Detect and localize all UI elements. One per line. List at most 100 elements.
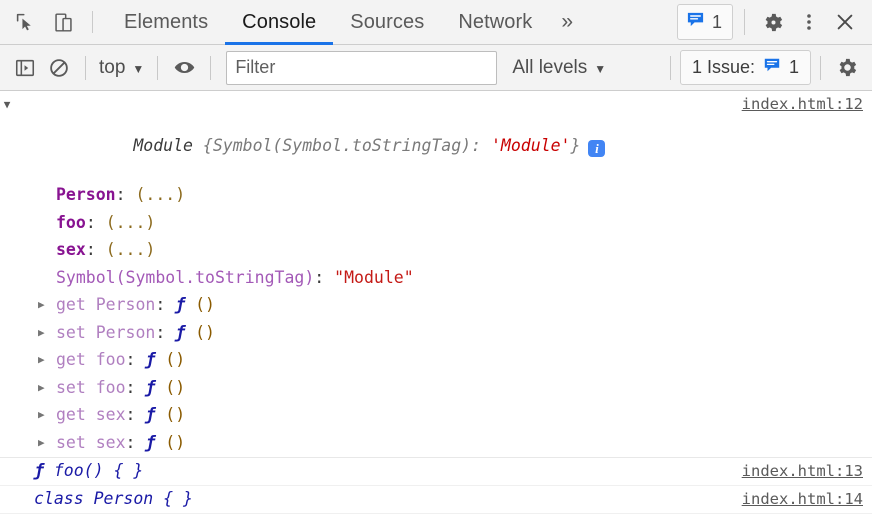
module-symbol-key: Symbol(Symbol.toStringTag) [212, 136, 472, 155]
toolbar-divider-3 [210, 55, 212, 80]
execution-context-selector[interactable]: top ▼ [95, 55, 148, 81]
class-signature: class Person { } [34, 489, 193, 508]
close-icon[interactable] [828, 5, 862, 39]
object-accessor-row[interactable]: ▶ get foo: ƒ () [0, 346, 872, 374]
accessor-name: get sex [56, 405, 126, 424]
more-tabs-icon[interactable]: » [549, 0, 585, 44]
console-message-row[interactable]: class Person { } index.html:14 [0, 486, 872, 513]
accessor-value: () [155, 350, 186, 369]
device-toolbar-icon[interactable] [46, 5, 80, 39]
function-glyph: ƒ [145, 405, 156, 424]
function-preview: ƒ foo() { } [0, 460, 742, 481]
property-name: foo [56, 212, 86, 232]
panel-tabs: Elements Console Sources Network » [107, 0, 585, 45]
console-message: ƒ foo() { } index.html:13 [0, 458, 872, 486]
tabbar-right-divider [744, 9, 745, 35]
object-property-row[interactable]: foo: (...) [0, 209, 872, 237]
expand-toggle-icon[interactable]: ▶ [38, 346, 52, 374]
module-brace-open: { [192, 136, 213, 155]
gear-icon[interactable] [830, 53, 864, 83]
console-message-list[interactable]: ▼ Module {Symbol(Symbol.toStringTag): 'M… [0, 91, 872, 517]
property-separator: : [115, 185, 136, 204]
object-property-row[interactable]: Symbol(Symbol.toStringTag): "Module" [0, 264, 872, 292]
issues-message-icon [763, 56, 781, 79]
source-link[interactable]: index.html:12 [742, 94, 872, 115]
expand-toggle-icon[interactable]: ▶ [38, 319, 52, 347]
accessor-value: () [155, 405, 186, 424]
source-link[interactable]: index.html:14 [742, 489, 872, 510]
toolbar-divider-4 [669, 55, 671, 80]
function-signature: foo() { } [43, 461, 144, 480]
issues-status-button[interactable]: 1 Issue: 1 [679, 50, 811, 85]
accessor-separator: : [125, 405, 146, 424]
function-glyph: ƒ [145, 377, 156, 397]
property-separator: : [85, 212, 106, 232]
filter-input[interactable] [226, 50, 498, 85]
issues-count: 1 [711, 11, 722, 32]
accessor-name: get Person [56, 295, 156, 314]
console-message-row[interactable]: ƒ foo() { } index.html:13 [0, 458, 872, 485]
expand-toggle-icon[interactable]: ▶ [38, 291, 52, 319]
property-value[interactable]: (...) [106, 213, 156, 232]
object-property-row[interactable]: Person: (...) [0, 181, 872, 209]
object-accessor-row[interactable]: ▶ get sex: ƒ () [0, 401, 872, 429]
property-value[interactable]: (...) [135, 185, 185, 204]
tab-network-label: Network [458, 10, 533, 33]
accessor-separator: : [155, 295, 176, 314]
tabbar-right-icons: 1 [676, 0, 872, 44]
issues-counter-button[interactable]: 1 [676, 4, 733, 40]
expand-toggle-icon[interactable]: ▶ [38, 429, 52, 457]
kebab-menu-icon[interactable] [792, 5, 826, 39]
log-levels-selector[interactable]: All levels ▼ [512, 57, 606, 79]
accessor-separator: : [125, 377, 146, 397]
console-message-header[interactable]: ▼ Module {Symbol(Symbol.toStringTag): 'M… [0, 91, 872, 181]
inspect-element-icon[interactable] [8, 5, 42, 39]
issue-pill-count: 1 [788, 57, 799, 77]
tabbar-divider [92, 11, 93, 33]
object-accessor-row[interactable]: ▶ set Person: ƒ () [0, 319, 872, 347]
console-sidebar-toggle-icon[interactable] [8, 53, 42, 83]
console-message-group: ▼ Module {Symbol(Symbol.toStringTag): 'M… [0, 91, 872, 458]
gear-icon[interactable] [756, 5, 790, 39]
object-accessor-row[interactable]: ▶ set foo: ƒ () [0, 374, 872, 402]
tab-console[interactable]: Console [225, 0, 334, 45]
more-tabs-label: » [561, 10, 574, 33]
accessor-value: () [185, 322, 215, 342]
chevron-down-icon: ▼ [132, 61, 145, 76]
tab-sources[interactable]: Sources [333, 0, 441, 44]
property-separator: : [85, 240, 106, 259]
clear-console-icon[interactable] [42, 53, 76, 83]
source-link[interactable]: index.html:13 [742, 461, 872, 482]
chevron-down-icon: ▼ [594, 61, 607, 76]
console-toolbar: top ▼ All levels ▼ 1 Issue: [0, 45, 872, 91]
function-glyph: ƒ [145, 350, 156, 369]
property-name: Person [56, 185, 116, 204]
object-accessor-row[interactable]: ▶ set sex: ƒ () [0, 429, 872, 457]
property-value[interactable]: (...) [106, 240, 156, 259]
tab-elements[interactable]: Elements [107, 0, 225, 44]
devtools-window: Elements Console Sources Network » 1 top… [0, 0, 872, 517]
tab-sources-label: Sources [350, 10, 425, 33]
eye-icon[interactable] [167, 53, 201, 83]
property-name: sex [56, 240, 86, 259]
object-accessor-row[interactable]: ▶ get Person: ƒ () [0, 291, 872, 319]
expand-toggle-icon[interactable]: ▼ [0, 98, 14, 112]
accessor-name: get foo [56, 350, 126, 369]
tabbar-left-icons [0, 0, 101, 44]
property-value: "Module" [334, 267, 414, 287]
accessor-separator: : [125, 350, 146, 369]
execution-context-label: top [99, 56, 126, 78]
module-brace-close: } [570, 136, 581, 155]
function-glyph: ƒ [175, 322, 186, 342]
expand-toggle-icon[interactable]: ▶ [38, 401, 52, 429]
tab-console-label: Console [242, 10, 317, 33]
toolbar-divider-1 [85, 55, 86, 80]
tab-network[interactable]: Network [441, 0, 549, 44]
accessor-name: set sex [56, 432, 126, 452]
devtools-tabbar: Elements Console Sources Network » 1 [0, 0, 872, 45]
info-icon[interactable]: i [588, 140, 606, 157]
module-name: Module [133, 136, 193, 155]
object-property-row[interactable]: sex: (...) [0, 236, 872, 264]
issue-pill-label: 1 Issue: [691, 57, 755, 77]
expand-toggle-icon[interactable]: ▶ [38, 374, 52, 402]
